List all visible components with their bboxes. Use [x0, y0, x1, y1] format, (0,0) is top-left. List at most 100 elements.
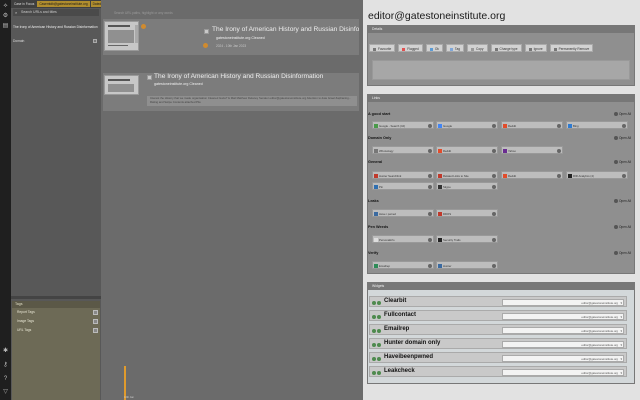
domain-row[interactable]: Domain — [13, 39, 99, 44]
select-checkbox[interactable] — [204, 29, 209, 34]
sidebar-resize-handle[interactable] — [11, 296, 101, 299]
link-button[interactable]: Personalinfo — [372, 235, 434, 243]
link-button[interactable]: RIR Analytics (4) — [566, 171, 628, 179]
domain-checkbox[interactable] — [93, 39, 97, 43]
widget-select[interactable]: editor@gatestoneinstitute.org ▾ — [502, 355, 624, 362]
widget-select[interactable]: editor@gatestoneinstitute.org ▾ — [502, 327, 624, 334]
open-all-button[interactable]: Open All — [614, 160, 631, 164]
widget-name: Hunter domain only — [384, 340, 441, 346]
tab-current-case[interactable]: Casemtdb@gatestoneinstitute.org — [37, 1, 90, 7]
widgets-header[interactable]: Widgets — [368, 283, 634, 290]
graph-icon[interactable]: ⟡ — [2, 3, 9, 10]
detail-panel: editor@gatestoneinstitute.org Details Fa… — [363, 0, 640, 400]
link-button[interactable]: Have i pwned — [372, 209, 434, 217]
open-all-button[interactable]: Open All — [614, 199, 631, 203]
star-icon — [373, 47, 376, 51]
widget-fullcontact[interactable]: Fullcontact editor@gatestoneinstitute.org… — [369, 310, 627, 321]
change-type-button[interactable]: Change type — [490, 44, 522, 52]
widget-emailrep[interactable]: Emailrep editor@gatestoneinstitute.org ▾ — [369, 324, 627, 335]
widget-select[interactable]: editor@gatestoneinstitute.org ▾ — [502, 299, 624, 306]
open-all-button[interactable]: Open All — [614, 112, 631, 116]
widget-leakcheck[interactable]: Leakcheck editor@gatestoneinstitute.org ▾ — [369, 366, 627, 377]
link-button[interactable]: Hunter — [436, 261, 498, 269]
widget-name: Fullcontact — [384, 312, 417, 318]
link-group-title: Domain Only — [368, 136, 392, 140]
link-button[interactable]: Related Links to Site — [436, 171, 498, 179]
link-button[interactable]: Pin — [372, 182, 434, 190]
search-placeholder: Search URLs and titles — [21, 10, 57, 14]
select-checkbox[interactable] — [147, 75, 152, 80]
globe-icon — [427, 124, 432, 128]
tag-item-image[interactable]: Image Tags — [12, 317, 100, 326]
timeline-label: 10th Jan — [124, 396, 134, 399]
tag-label: URL Tags — [17, 328, 32, 332]
status-dot — [203, 43, 208, 48]
tab-case-in-focus[interactable]: Case in Focus — [12, 1, 36, 7]
favicon-icon — [438, 148, 442, 153]
widget-select[interactable]: editor@gatestoneinstitute.org ▾ — [502, 313, 624, 320]
open-icon — [614, 112, 618, 116]
tag-button[interactable]: Tag — [445, 44, 465, 52]
widget-hunter[interactable]: Hunter domain only editor@gatestoneinstit… — [369, 338, 627, 349]
link-button[interactable]: Google — [436, 121, 498, 129]
widget-name: Haveibeenpwned — [384, 354, 434, 360]
page-thumbnail[interactable] — [104, 21, 139, 51]
open-all-button[interactable]: Open All — [614, 225, 631, 229]
link-button[interactable]: Reddit — [501, 121, 563, 129]
timeline-marker[interactable] — [124, 366, 126, 400]
help-icon[interactable]: ? — [2, 376, 9, 383]
tag-checkbox[interactable] — [93, 328, 98, 333]
favourite-button[interactable]: Favourite — [369, 44, 396, 52]
flagged-button[interactable]: Flagged — [398, 44, 423, 52]
widget-name: Clearbit — [384, 298, 407, 304]
copy-button[interactable]: Copy — [467, 44, 488, 52]
widget-select[interactable]: editor@gatestoneinstitute.org ▾ — [502, 341, 624, 348]
link-button[interactable]: Hunter Searchlink — [372, 171, 434, 179]
link-button[interactable]: Reddit — [501, 171, 563, 179]
gear-icon[interactable]: ⚙ — [2, 13, 9, 20]
result-card[interactable]: The Irony of American History and Russia… — [103, 73, 359, 111]
link-button[interactable]: Bing — [566, 121, 628, 129]
links-header[interactable]: Links — [368, 95, 634, 102]
result-card[interactable]: The Irony of American History and Russia… — [103, 19, 359, 55]
key-icon[interactable]: ⚷ — [2, 362, 9, 369]
favicon-icon — [438, 211, 442, 216]
tag-checkbox[interactable] — [93, 319, 98, 324]
notes-icon[interactable]: ▤ — [2, 23, 9, 30]
link-button[interactable]: Skype — [436, 182, 498, 190]
page-thumbnail[interactable] — [104, 75, 139, 95]
chevron-down-icon: ▾ — [620, 371, 622, 375]
link-button[interactable]: Whoisology — [372, 146, 434, 154]
open-all-button[interactable]: Open All — [614, 136, 631, 140]
card-title[interactable]: The Irony of American History and Russia… — [212, 26, 360, 33]
details-header[interactable]: Details — [368, 26, 634, 33]
tag-item-report[interactable]: Report Tags — [12, 308, 100, 317]
link-button[interactable]: Reddit — [436, 146, 498, 154]
settings-icon[interactable]: ✱ — [2, 348, 9, 355]
link-group-title: A good start — [368, 112, 391, 116]
tag-icon — [449, 47, 453, 51]
link-button[interactable]: Google - Search (10) — [372, 121, 434, 129]
remove-button[interactable]: Permanently Remove — [549, 44, 594, 52]
link-button[interactable]: Emailrep — [372, 261, 434, 269]
ignore-button[interactable]: Ignore — [524, 44, 547, 52]
widget-clearbit[interactable]: Clearbit editor@gatestoneinstitute.org ▾ — [369, 296, 627, 307]
link-button[interactable]: Security Trails — [436, 235, 498, 243]
tag-item-url[interactable]: URL Tags — [12, 326, 100, 335]
link-button[interactable]: Yahoo — [501, 146, 563, 154]
sidebar-search-input[interactable]: ⌕ Search URLs and titles — [13, 9, 99, 16]
globe-icon — [427, 264, 432, 268]
status-dot-icon — [372, 300, 376, 305]
filter-hint[interactable]: Search URL paths, highlight or any words — [114, 11, 173, 15]
icon-rail: ⟡ ⚙ ▤ ✱ ⚷ ? ▽ — [0, 0, 11, 400]
panel-title: editor@gatestoneinstitute.org — [368, 10, 506, 22]
favicon-icon — [568, 123, 572, 128]
tag-checkbox[interactable] — [93, 310, 98, 315]
notes-field[interactable] — [372, 60, 630, 80]
card-title[interactable]: The Irony of American History and Russia… — [154, 73, 354, 80]
widget-haveibeenpwned[interactable]: Haveibeenpwned editor@gatestoneinstitute.… — [369, 352, 627, 363]
ok-button[interactable]: Ok — [425, 44, 443, 52]
widget-select[interactable]: editor@gatestoneinstitute.org ▾ — [502, 369, 624, 376]
link-button[interactable]: DDOS — [436, 209, 498, 217]
open-all-button[interactable]: Open All — [614, 251, 631, 255]
